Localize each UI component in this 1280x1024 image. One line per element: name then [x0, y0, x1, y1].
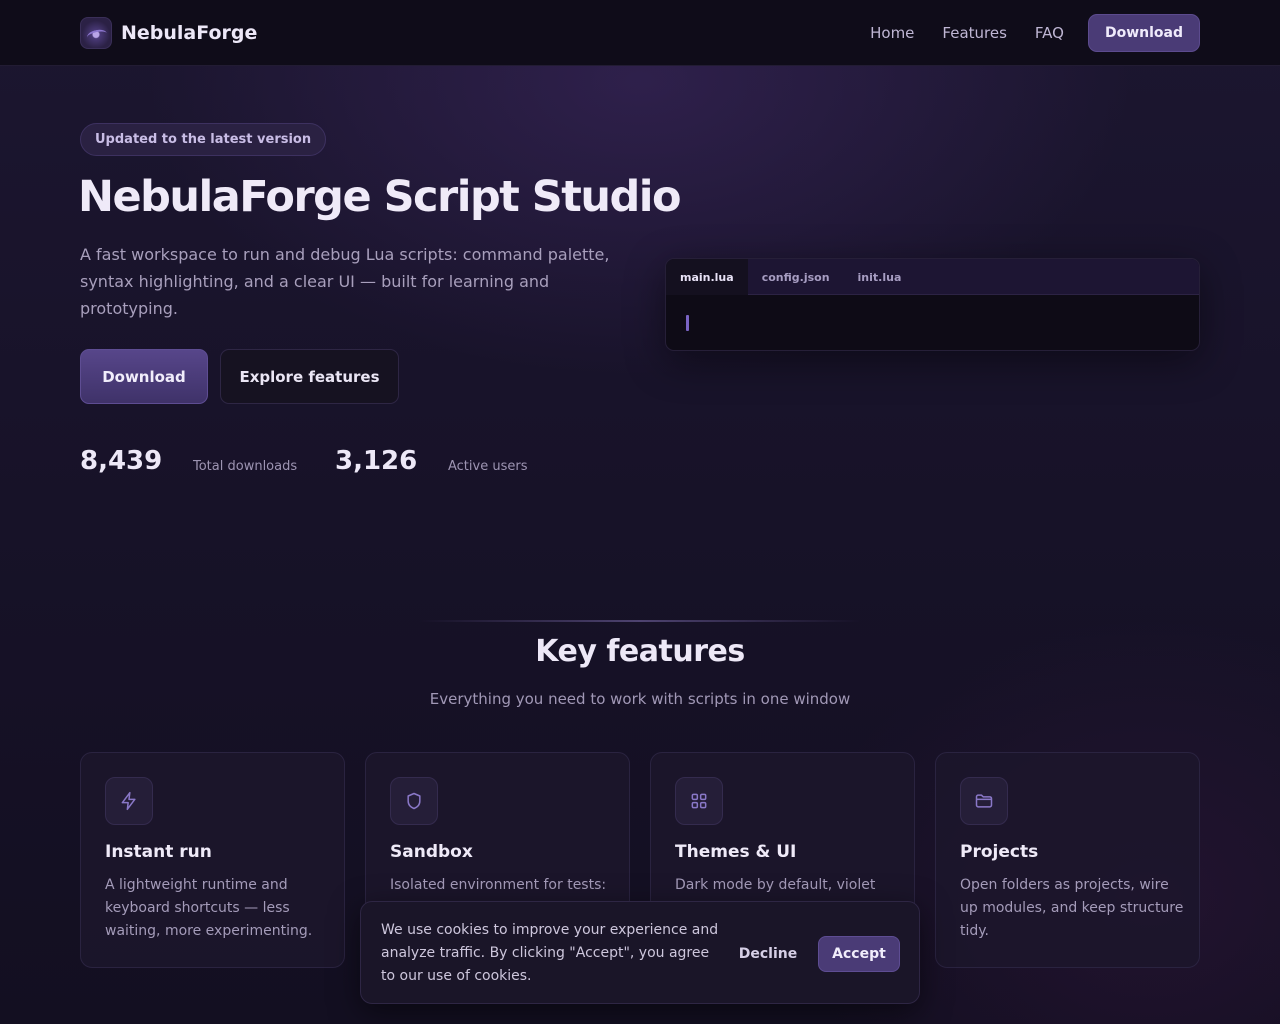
top-navbar: NebulaForge Home Features FAQ Download: [0, 0, 1280, 66]
feature-card-description: Isolated environment for tests:: [390, 877, 607, 893]
brand-link[interactable]: NebulaForge: [80, 16, 257, 49]
code-editor-preview: main.lua config.json init.lua: [665, 258, 1200, 351]
features-subtitle: Everything you need to work with scripts…: [429, 690, 851, 708]
feature-card-title: Projects: [960, 842, 1039, 862]
nav-link-faq[interactable]: FAQ: [1035, 24, 1064, 42]
feature-card-title: Sandbox: [390, 842, 473, 862]
hero-title: NebulaForge Script Studio: [78, 172, 682, 222]
stat-users-value: 3,126: [335, 446, 418, 476]
feature-card-description: Open folders as projects, wire up module…: [960, 877, 1184, 939]
nebula-logo-icon: [80, 16, 112, 49]
nav-download-button[interactable]: Download: [1087, 14, 1200, 52]
hero-subtitle: A fast workspace to run and debug Lua sc…: [80, 245, 610, 318]
cookie-decline-button[interactable]: Decline: [728, 937, 808, 971]
folder-icon: [960, 777, 1008, 825]
feature-card-description: A lightweight runtime and keyboard short…: [105, 877, 313, 939]
feature-card-description: Dark mode by default, violet: [675, 877, 876, 893]
tab-config-json[interactable]: config.json: [748, 259, 844, 295]
lightning-icon: [105, 777, 153, 825]
tab-main-lua[interactable]: main.lua: [666, 259, 748, 295]
feature-card-projects: Projects Open folders as projects, wire …: [935, 752, 1200, 968]
feature-card-title: Instant run: [105, 842, 212, 862]
shield-icon: [390, 777, 438, 825]
tab-init-lua[interactable]: init.lua: [844, 259, 916, 295]
version-badge: Updated to the latest version: [80, 123, 327, 156]
cookie-banner: We use cookies to improve your experienc…: [360, 901, 920, 1004]
section-divider: [420, 620, 860, 622]
stat-downloads-value: 8,439: [80, 446, 163, 476]
grid-icon: [675, 777, 723, 825]
nav-link-home[interactable]: Home: [870, 24, 914, 42]
download-button[interactable]: Download: [80, 349, 208, 404]
text-cursor: [686, 315, 689, 331]
nav-links: Home Features FAQ Download: [870, 14, 1200, 52]
feature-card-title: Themes & UI: [675, 842, 797, 862]
nav-link-features[interactable]: Features: [942, 24, 1007, 42]
cookie-message: We use cookies to improve your experienc…: [381, 922, 719, 984]
features-title: Key features: [535, 634, 745, 669]
stat-users-label: Active users: [448, 459, 528, 474]
stat-downloads-label: Total downloads: [193, 459, 298, 474]
editor-tabs: main.lua config.json init.lua: [666, 259, 1199, 295]
brand-name: NebulaForge: [121, 21, 258, 44]
cookie-accept-button[interactable]: Accept: [818, 936, 900, 972]
feature-card-instant-run: Instant run A lightweight runtime and ke…: [80, 752, 345, 968]
explore-features-button[interactable]: Explore features: [220, 349, 399, 404]
